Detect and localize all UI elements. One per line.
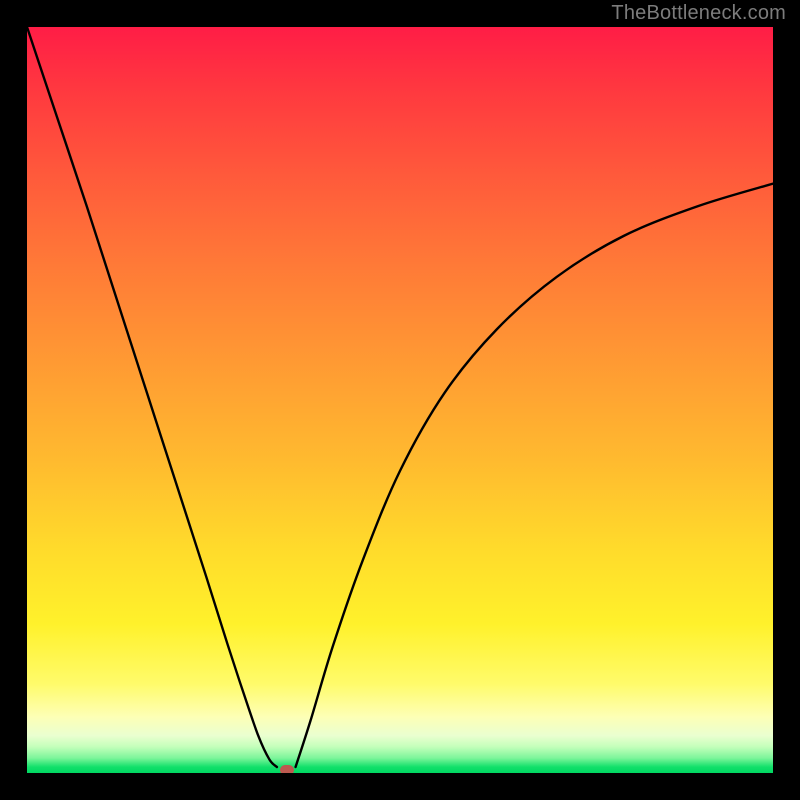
- plot-area: [27, 27, 773, 773]
- curve-left: [27, 27, 277, 767]
- chart-frame: TheBottleneck.com: [0, 0, 800, 800]
- bottleneck-marker: [280, 765, 294, 773]
- curve-right: [296, 184, 773, 767]
- curve-svg: [27, 27, 773, 773]
- watermark-text: TheBottleneck.com: [611, 2, 786, 25]
